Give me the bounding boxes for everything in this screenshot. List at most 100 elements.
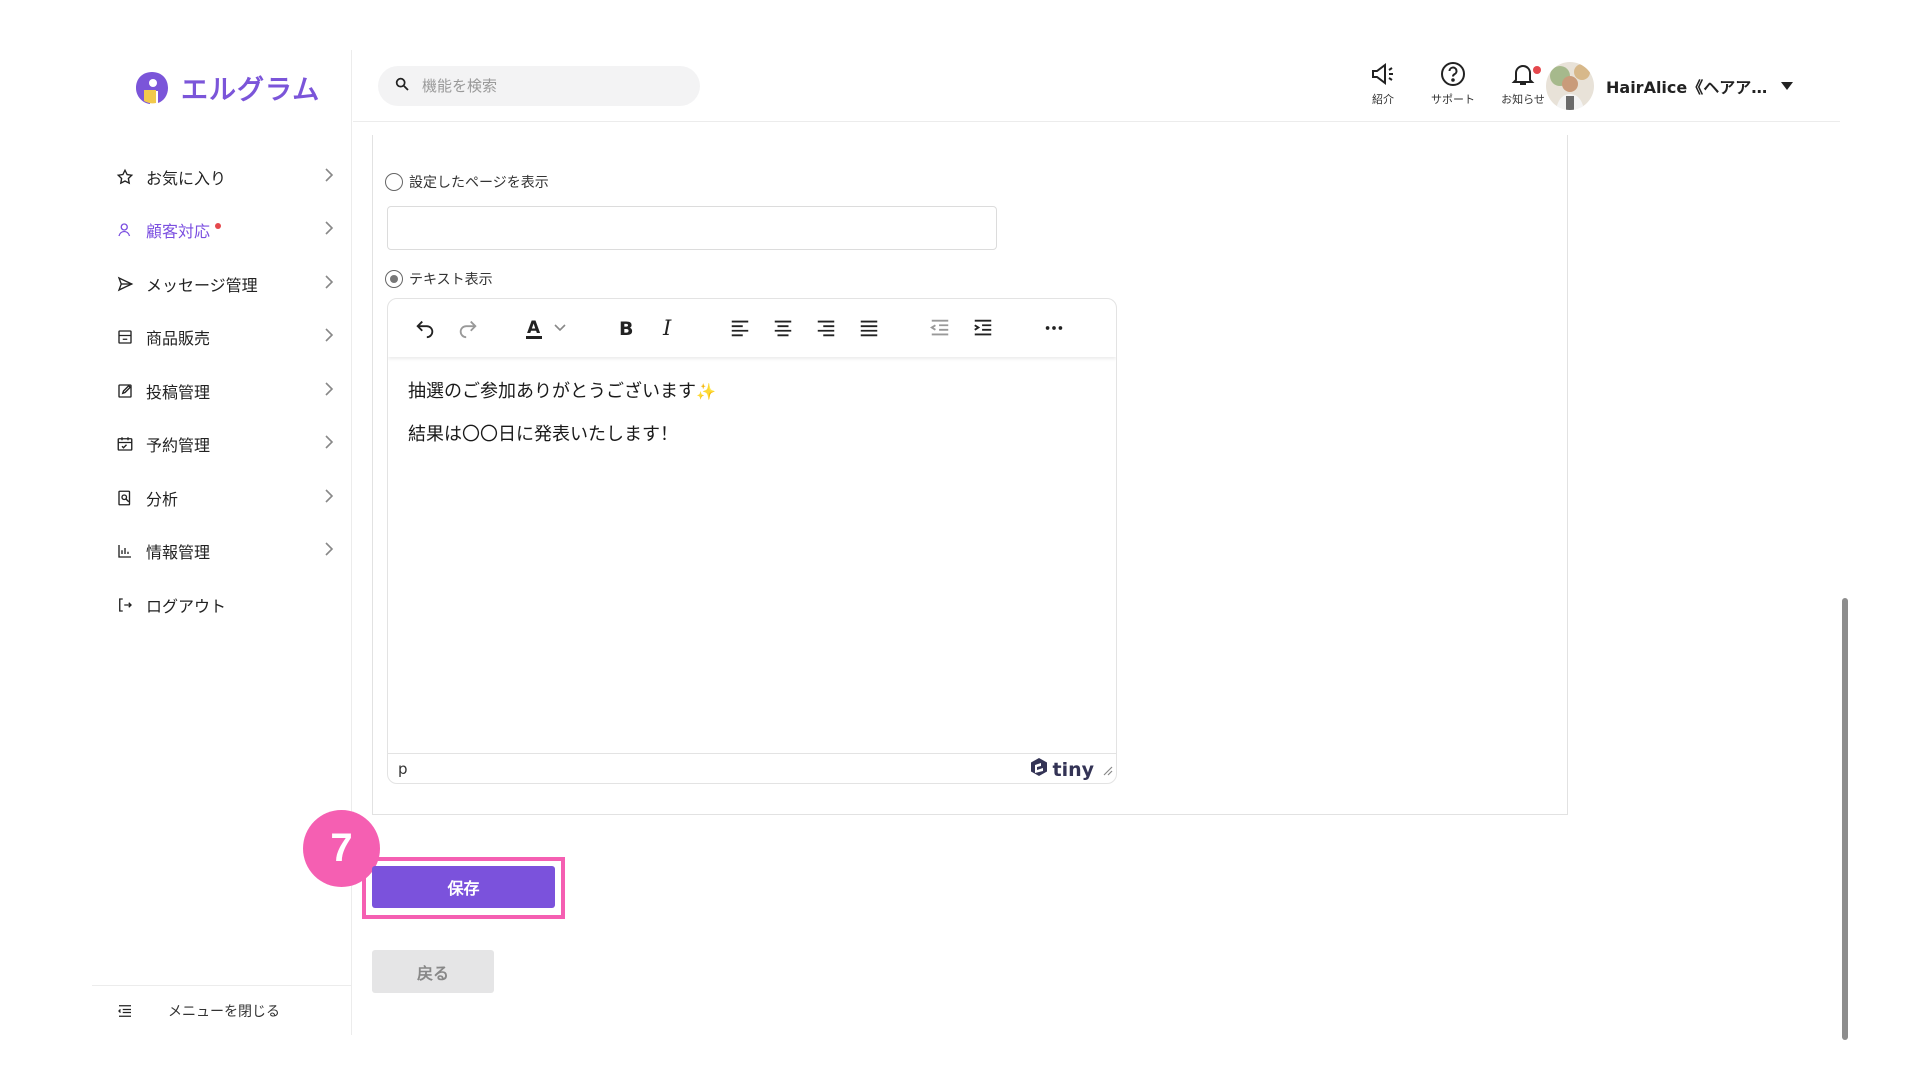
- sidebar-item-analysis[interactable]: 分析: [92, 471, 352, 525]
- sidebar: エルグラム お気に入り 顧客対応 メッセージ管理 商品販売 投稿管理 予約管理 …: [92, 50, 352, 1035]
- intro-label: 紹介: [1372, 93, 1394, 106]
- radio-checked[interactable]: [385, 270, 403, 288]
- bold-button[interactable]: B: [609, 311, 643, 345]
- notification-dot: [1533, 66, 1541, 74]
- sidebar-item-label: お気に入り: [146, 168, 227, 188]
- svg-text:I: I: [662, 317, 672, 339]
- sidebar-item-label: 投稿管理: [146, 382, 211, 402]
- search-box[interactable]: [378, 66, 700, 106]
- element-path[interactable]: p: [398, 760, 408, 778]
- sidebar-item-label: 顧客対応: [146, 222, 211, 242]
- option-text-label: テキスト表示: [409, 272, 493, 288]
- user-menu[interactable]: HairAlice《ヘアア…: [1546, 62, 1794, 110]
- editor-line-2: 結果は〇〇日に発表いたします！: [408, 424, 678, 446]
- editor-statusbar: p tiny: [388, 753, 1116, 783]
- align-justify-button[interactable]: [852, 311, 886, 345]
- sidebar-item-customer[interactable]: 顧客対応: [92, 204, 352, 258]
- svg-text:A: A: [527, 318, 541, 338]
- chevron-right-icon: [324, 328, 334, 346]
- tiny-logo[interactable]: tiny: [1029, 757, 1094, 782]
- sidebar-item-sales[interactable]: 商品販売: [92, 311, 352, 365]
- app-root: エルグラム お気に入り 顧客対応 メッセージ管理 商品販売 投稿管理 予約管理 …: [0, 0, 1920, 1080]
- calendar-icon: [116, 435, 134, 453]
- analysis-icon: [116, 489, 134, 507]
- sidebar-item-info[interactable]: 情報管理: [92, 525, 352, 579]
- sidebar-item-messages[interactable]: メッセージ管理: [92, 257, 352, 311]
- logo[interactable]: エルグラム: [133, 68, 320, 107]
- option-page-label: 設定したページを表示: [409, 175, 549, 191]
- help-icon: [1423, 60, 1483, 88]
- more-options-button[interactable]: [1037, 311, 1071, 345]
- scrollbar[interactable]: [1842, 598, 1848, 1040]
- bell-icon: [1493, 60, 1553, 88]
- response-settings-panel: 設定したページを表示 テキスト表示 A B I 抽選のご参加ありがとうございます…: [372, 135, 1568, 815]
- send-icon: [116, 275, 134, 293]
- chevron-right-icon: [324, 435, 334, 453]
- sidebar-item-favorites[interactable]: お気に入り: [92, 150, 352, 204]
- notifications-button[interactable]: お知らせ: [1493, 60, 1553, 107]
- notifications-label: お知らせ: [1501, 93, 1545, 106]
- italic-button[interactable]: I: [652, 311, 686, 345]
- chevron-right-icon: [324, 275, 334, 293]
- svg-text:B: B: [619, 318, 633, 339]
- close-menu-button[interactable]: メニューを閉じる: [92, 985, 352, 1035]
- align-left-button[interactable]: [723, 311, 757, 345]
- user-name: HairAlice《ヘアア…: [1606, 78, 1768, 97]
- tiny-wordmark: tiny: [1052, 758, 1094, 781]
- text-color-button[interactable]: A: [522, 311, 572, 345]
- sidebar-nav: お気に入り 顧客対応 メッセージ管理 商品販売 投稿管理 予約管理 分析 情報管…: [92, 150, 352, 632]
- person-icon: [116, 221, 134, 239]
- sidebar-item-label: 商品販売: [146, 329, 211, 349]
- edit-icon: [116, 382, 134, 400]
- sparkle-icon: ✨: [696, 382, 716, 401]
- tiny-icon: [1029, 757, 1049, 782]
- caret-down-icon: [1781, 79, 1794, 94]
- sidebar-item-label: 情報管理: [146, 543, 211, 563]
- logout-icon: [116, 596, 134, 614]
- align-center-button[interactable]: [766, 311, 800, 345]
- editor-line-1: 抽選のご参加ありがとうございます✨: [408, 381, 716, 402]
- search-input[interactable]: [422, 77, 682, 95]
- sidebar-item-label: ログアウト: [146, 596, 227, 616]
- logo-text: エルグラム: [181, 75, 321, 106]
- chevron-right-icon: [324, 168, 334, 186]
- shop-icon: [116, 328, 134, 346]
- page-url-input[interactable]: [387, 206, 997, 250]
- align-right-button[interactable]: [809, 311, 843, 345]
- sidebar-item-logout[interactable]: ログアウト: [92, 578, 352, 632]
- back-button[interactable]: 戻る: [372, 950, 494, 993]
- sidebar-item-reservations[interactable]: 予約管理: [92, 418, 352, 472]
- notification-dot: [215, 223, 222, 230]
- top-bar: 紹介 サポート お知らせ: [353, 50, 1840, 122]
- sidebar-item-label: 分析: [146, 489, 179, 509]
- undo-button[interactable]: [408, 311, 442, 345]
- sidebar-item-posts[interactable]: 投稿管理: [92, 364, 352, 418]
- editor-toolbar: A B I: [388, 299, 1116, 357]
- support-button[interactable]: サポート: [1423, 60, 1483, 107]
- chevron-right-icon: [324, 489, 334, 507]
- radio-unchecked[interactable]: [385, 173, 403, 191]
- editor-content[interactable]: 抽選のご参加ありがとうございます✨ 結果は〇〇日に発表いたします！: [388, 357, 1116, 749]
- indent-button[interactable]: [966, 311, 1000, 345]
- support-label: サポート: [1431, 93, 1475, 106]
- chevron-right-icon: [324, 382, 334, 400]
- rich-text-editor: A B I 抽選のご参加ありがとうございます✨ 結果は〇〇日に発表いたします！ …: [387, 298, 1117, 784]
- intro-button[interactable]: 紹介: [1353, 60, 1413, 107]
- sidebar-item-label: 予約管理: [146, 436, 211, 456]
- outdent-button[interactable]: [923, 311, 957, 345]
- option-page-radio[interactable]: 設定したページを表示: [385, 172, 549, 192]
- redo-button[interactable]: [451, 311, 485, 345]
- chart-icon: [116, 542, 134, 560]
- menu-collapse-icon: [116, 1002, 134, 1020]
- close-menu-label: メニューを閉じる: [168, 1003, 280, 1020]
- sidebar-item-label: メッセージ管理: [146, 275, 258, 295]
- resize-handle-icon[interactable]: [1103, 762, 1113, 780]
- avatar: [1546, 62, 1594, 110]
- step-badge: 7: [303, 810, 380, 887]
- logo-icon: [133, 69, 171, 107]
- save-button[interactable]: 保存: [372, 866, 555, 908]
- search-icon: [394, 76, 410, 96]
- star-icon: [116, 168, 134, 186]
- option-text-radio[interactable]: テキスト表示: [385, 269, 493, 289]
- megaphone-icon: [1353, 60, 1413, 88]
